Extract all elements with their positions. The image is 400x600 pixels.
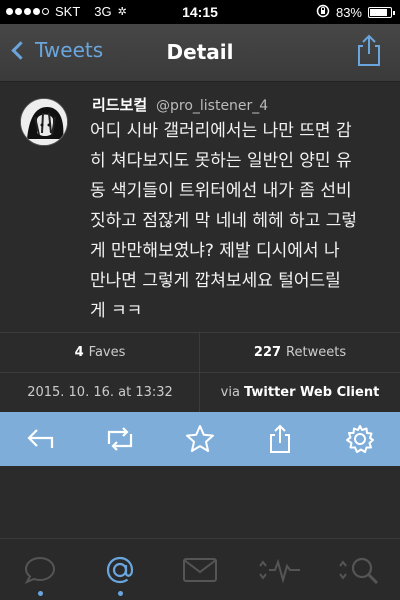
- faves-label: Faves: [88, 344, 126, 360]
- tweet-client[interactable]: via Twitter Web Client: [200, 372, 400, 412]
- unread-dot: [117, 590, 123, 596]
- tweet-text: 어디 시바 갤러리에서는 나만 뜨면 감 히 쳐다보지도 못하는 일반인 양민 …: [90, 116, 390, 326]
- user-name[interactable]: 리드보컬: [92, 96, 147, 114]
- user-line: 리드보컬 @pro_listener_4: [92, 94, 268, 115]
- tweet-meta: 2015. 10. 16. at 13:32 via Twitter Web C…: [0, 372, 400, 412]
- tweet-text-line: 만나면 그렇게 깝쳐보세요 털어드릴: [90, 271, 341, 291]
- tab-search[interactable]: [330, 542, 390, 598]
- status-right: 83%: [316, 4, 395, 21]
- tab-messages[interactable]: [170, 542, 230, 598]
- tweet-text-line: 게 ㅋㅋ: [90, 301, 143, 321]
- navigation-bar: Tweets Detail: [0, 24, 400, 82]
- activity-pulse-icon: [259, 558, 300, 584]
- share-tweet-button[interactable]: [260, 419, 300, 459]
- tweet-date: 2015. 10. 16. at 13:32: [27, 384, 173, 400]
- tab-bar: [0, 538, 400, 600]
- settings-gear-icon: [346, 425, 374, 453]
- share-button[interactable]: [354, 32, 384, 68]
- retweets-label: Retweets: [286, 344, 347, 360]
- empty-area: [0, 466, 400, 538]
- reply-button[interactable]: [20, 419, 60, 459]
- orientation-lock-icon: [316, 4, 330, 21]
- tweet-stats: 4 Faves 227 Retweets: [0, 332, 400, 372]
- favorite-star-icon: [186, 425, 214, 452]
- tweet-text-line: 동 색기들이 트위터에선 내가 좀 선비: [90, 181, 352, 201]
- client-name: Twitter Web Client: [243, 384, 380, 400]
- battery-percent: 83%: [335, 5, 362, 20]
- status-bar: SKT 3G ✲ 14:15 83%: [0, 0, 400, 24]
- reply-icon: [27, 429, 54, 448]
- tweet-text-line: 게 만만해보였냐? 제발 디시에서 나: [90, 241, 340, 261]
- unread-dot: [37, 590, 43, 596]
- battery-icon: [368, 7, 395, 18]
- messages-envelope-icon: [183, 557, 217, 582]
- mentions-at-icon: [106, 556, 134, 583]
- retweet-button[interactable]: [100, 419, 140, 459]
- faves-count: 4: [74, 344, 84, 360]
- share-icon: [358, 34, 380, 66]
- tab-activity[interactable]: [250, 542, 310, 598]
- user-handle[interactable]: @pro_listener_4: [156, 98, 268, 114]
- retweets-stat[interactable]: 227 Retweets: [200, 332, 400, 372]
- page-title: Detail: [166, 40, 234, 64]
- tweet-detail: 리드보컬 @pro_listener_4 어디 시바 갤러리에서는 나만 뜨면 …: [0, 82, 400, 332]
- settings-button[interactable]: [340, 419, 380, 459]
- share-icon: [270, 424, 290, 453]
- retweets-count: 227: [253, 344, 282, 360]
- avatar[interactable]: [20, 98, 68, 146]
- faves-stat[interactable]: 4 Faves: [0, 332, 200, 372]
- tweet-text-line: 짓하고 점잖게 막 네네 헤헤 하고 그렇: [90, 211, 358, 231]
- via-prefix: via: [220, 384, 240, 400]
- tab-mentions[interactable]: [90, 542, 150, 598]
- search-magnifier-icon: [339, 557, 379, 584]
- favorite-button[interactable]: [180, 419, 220, 459]
- timeline-bubble-icon: [24, 556, 56, 584]
- tweet-text-line: 히 쳐다보지도 못하는 일반인 양민 유: [90, 151, 352, 171]
- retweet-icon: [107, 427, 133, 451]
- tweet-text-line: 어디 시바 갤러리에서는 나만 뜨면 감: [90, 121, 352, 141]
- tweet-action-bar: [0, 412, 400, 466]
- tab-timeline[interactable]: [10, 542, 70, 598]
